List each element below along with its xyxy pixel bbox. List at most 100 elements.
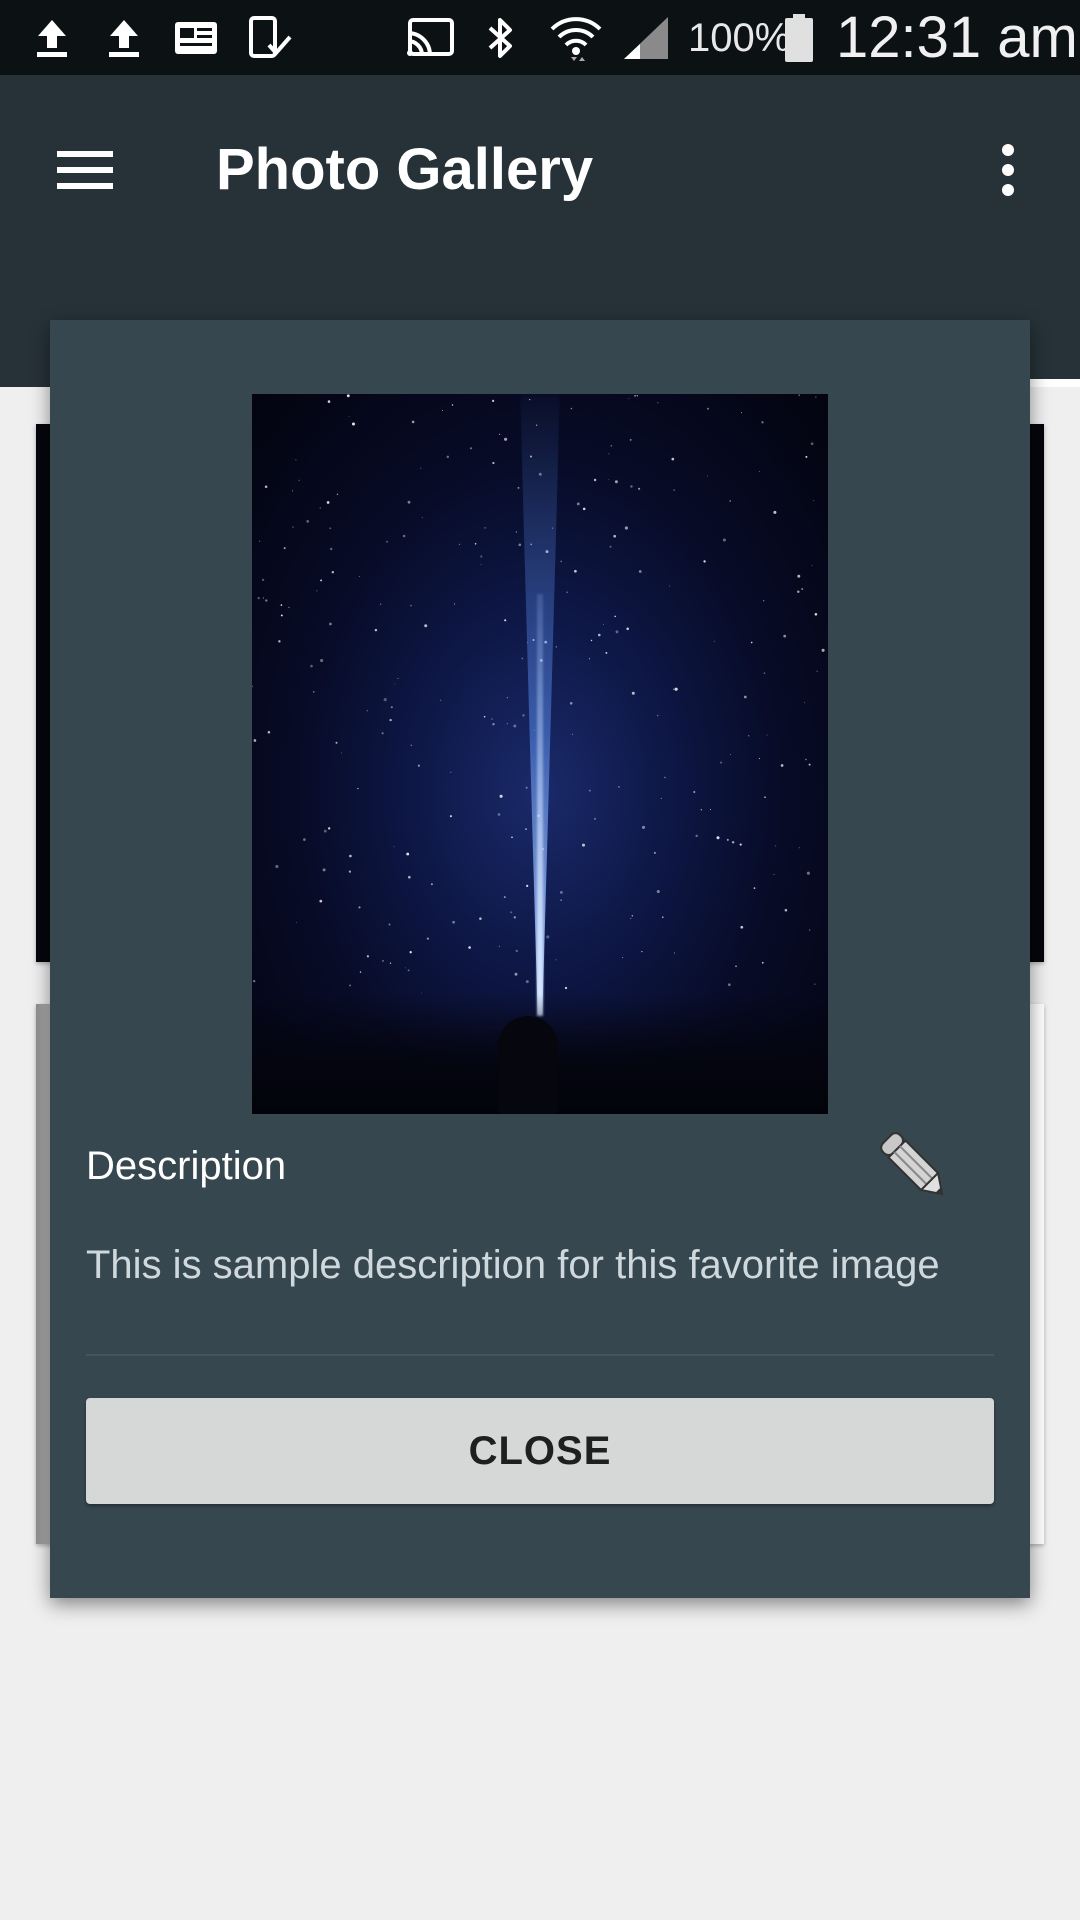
star [657, 402, 659, 404]
star [292, 490, 294, 492]
star [499, 433, 501, 435]
star [366, 955, 370, 958]
star [348, 870, 351, 873]
star [358, 906, 361, 909]
star [638, 487, 641, 490]
star [797, 574, 801, 578]
star [631, 691, 635, 695]
star [335, 741, 338, 744]
description-text[interactable]: This is sample description for this favo… [86, 1240, 966, 1290]
person-silhouette [498, 1016, 558, 1114]
star [264, 485, 268, 488]
star [257, 596, 260, 600]
star [390, 706, 393, 709]
star [329, 622, 332, 626]
star [468, 946, 471, 949]
star [320, 658, 324, 663]
star [382, 960, 384, 962]
star [407, 500, 411, 504]
star [389, 962, 392, 964]
star [498, 945, 500, 948]
star [492, 722, 495, 726]
star [806, 871, 810, 875]
star [775, 845, 777, 847]
star [386, 540, 388, 543]
star [316, 590, 318, 592]
star [306, 520, 310, 523]
star [812, 500, 814, 502]
star [430, 883, 433, 886]
close-button[interactable]: CLOSE [86, 1398, 994, 1504]
star [480, 563, 482, 565]
star [515, 949, 518, 953]
star [560, 560, 563, 563]
star [319, 507, 322, 509]
star [805, 455, 808, 458]
star [622, 956, 624, 959]
star [514, 972, 518, 976]
edit-description-button[interactable] [866, 1118, 962, 1214]
star [758, 758, 760, 760]
star [642, 825, 645, 829]
star [605, 651, 608, 654]
star [322, 868, 326, 872]
star [349, 854, 352, 858]
star [323, 829, 327, 833]
star [278, 640, 281, 643]
star [310, 664, 313, 668]
star [420, 467, 422, 469]
star [693, 791, 696, 793]
star [265, 599, 268, 602]
star [773, 510, 777, 514]
star [630, 917, 632, 920]
star [492, 461, 495, 465]
star [766, 734, 768, 736]
star [346, 394, 350, 398]
star [474, 543, 477, 545]
star [483, 715, 486, 718]
star [374, 628, 378, 632]
star [731, 841, 735, 844]
star [559, 890, 563, 894]
star [506, 723, 508, 725]
star [726, 838, 729, 841]
star [740, 925, 744, 929]
star [590, 639, 593, 642]
star [780, 764, 784, 767]
star [411, 420, 415, 424]
star [513, 724, 517, 728]
star [480, 555, 483, 558]
star [797, 590, 800, 593]
star [713, 640, 715, 642]
star [312, 691, 315, 693]
star [727, 983, 731, 987]
star [409, 951, 412, 954]
star [571, 733, 574, 735]
star [252, 685, 254, 688]
star [783, 634, 787, 638]
star [351, 422, 356, 426]
star [574, 569, 577, 573]
star [259, 540, 261, 542]
star [492, 399, 495, 402]
light-beam-core [537, 594, 543, 1016]
star [320, 579, 323, 582]
star [503, 896, 506, 899]
favorite-photo [252, 394, 828, 1114]
star [340, 752, 343, 754]
star [417, 764, 420, 767]
star [593, 478, 597, 482]
star [582, 843, 585, 847]
star [664, 776, 666, 779]
star [564, 986, 568, 990]
star [329, 547, 333, 551]
star [262, 597, 264, 599]
star [814, 613, 818, 616]
star [383, 698, 387, 702]
star [510, 911, 513, 914]
star [634, 394, 637, 397]
star [753, 887, 756, 889]
pencil-icon [880, 1132, 944, 1196]
star [805, 758, 807, 761]
star [810, 442, 814, 446]
